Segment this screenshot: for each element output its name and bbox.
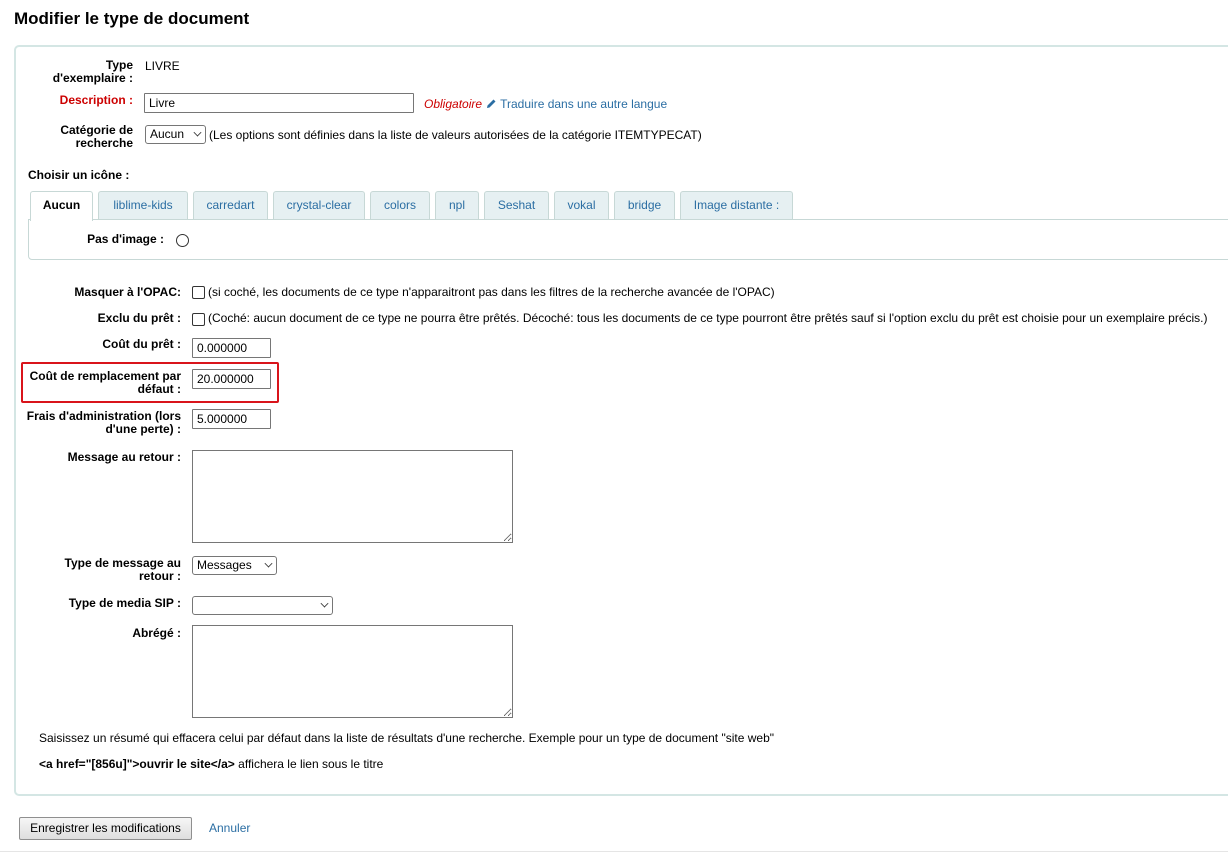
- checkin-message-type-select[interactable]: Messages: [192, 556, 277, 575]
- description-label: Description :: [59, 93, 133, 107]
- summary-label: Abrégé :: [132, 626, 181, 640]
- tab-liblime-kids[interactable]: liblime-kids: [98, 191, 188, 219]
- summary-example: <a href="[856u]">ouvrir le site</a> affi…: [39, 757, 383, 771]
- sip-media-type-label: Type de media SIP :: [68, 596, 181, 610]
- tab-npl[interactable]: npl: [435, 191, 479, 219]
- chevron-down-icon: [320, 599, 329, 608]
- hide-opac-label: Masquer à l'OPAC:: [74, 285, 181, 299]
- checkin-message-label: Message au retour :: [67, 450, 181, 464]
- chevron-down-icon: [193, 128, 202, 137]
- no-image-label: Pas d'image :: [87, 232, 164, 246]
- itemtype-label: Type d'exemplaire :: [52, 58, 133, 85]
- checkin-message-type-label: Type de message au retour :: [64, 556, 182, 583]
- search-category-label: Catégorie de recherche: [60, 123, 133, 150]
- search-category-select[interactable]: Aucun: [145, 125, 206, 144]
- summary-example-code: <a href="[856u]">ouvrir le site</a>: [39, 757, 235, 771]
- not-for-loan-label: Exclu du prêt :: [97, 311, 181, 325]
- page-bottom-divider: [0, 851, 1228, 852]
- summary-help: Saisissez un résumé qui effacera celui p…: [39, 731, 775, 745]
- tab-vokal[interactable]: vokal: [554, 191, 609, 219]
- itemtype-value: LIVRE: [145, 59, 180, 73]
- processing-fee-input[interactable]: [192, 409, 271, 429]
- search-category-hint: (Les options sont définies dans la liste…: [209, 128, 702, 142]
- replacement-price-input[interactable]: [192, 369, 271, 389]
- tab-carredart[interactable]: carredart: [193, 191, 268, 219]
- summary-textarea[interactable]: [192, 625, 513, 718]
- pencil-icon: [486, 98, 497, 112]
- hide-opac-checkbox[interactable]: [192, 286, 205, 299]
- icon-chooser-label: Choisir un icône :: [28, 168, 130, 182]
- tab-crystal-clear[interactable]: crystal-clear: [273, 191, 365, 219]
- not-for-loan-hint: (Coché: aucun document de ce type ne pou…: [208, 311, 1208, 325]
- page-title: Modifier le type de document: [14, 9, 250, 28]
- required-indicator: Obligatoire: [424, 97, 483, 111]
- replacement-price-label: Coût de remplacement par défaut :: [29, 369, 181, 396]
- rental-charge-input[interactable]: [192, 338, 271, 358]
- save-button[interactable]: Enregistrer les modifications: [19, 817, 192, 840]
- tab-aucun[interactable]: Aucun: [30, 191, 93, 221]
- icon-tab-panel: [28, 219, 1228, 260]
- checkin-message-textarea[interactable]: [192, 450, 513, 543]
- sip-media-type-select[interactable]: [192, 596, 333, 615]
- translate-link[interactable]: Traduire dans une autre langue: [500, 97, 667, 111]
- summary-example-suffix: affichera le lien sous le titre: [238, 757, 384, 771]
- tab-colors[interactable]: colors: [370, 191, 430, 219]
- tab-bridge[interactable]: bridge: [614, 191, 675, 219]
- translate-link-wrapper[interactable]: Traduire dans une autre langue: [486, 97, 667, 112]
- tab-seshat[interactable]: Seshat: [484, 191, 549, 219]
- tab-image-distante[interactable]: Image distante :: [680, 191, 793, 219]
- hide-opac-hint: (si coché, les documents de ce type n'ap…: [208, 285, 775, 299]
- cancel-link[interactable]: Annuler: [209, 821, 250, 835]
- description-input[interactable]: [144, 93, 414, 113]
- rental-charge-label: Coût du prêt :: [102, 337, 181, 351]
- chevron-down-icon: [264, 559, 273, 568]
- processing-fee-label: Frais d'administration (lors d'une perte…: [26, 409, 181, 436]
- not-for-loan-checkbox[interactable]: [192, 313, 205, 326]
- no-image-radio[interactable]: [176, 234, 189, 247]
- icon-tabs: Aucun liblime-kids carredart crystal-cle…: [28, 191, 1228, 260]
